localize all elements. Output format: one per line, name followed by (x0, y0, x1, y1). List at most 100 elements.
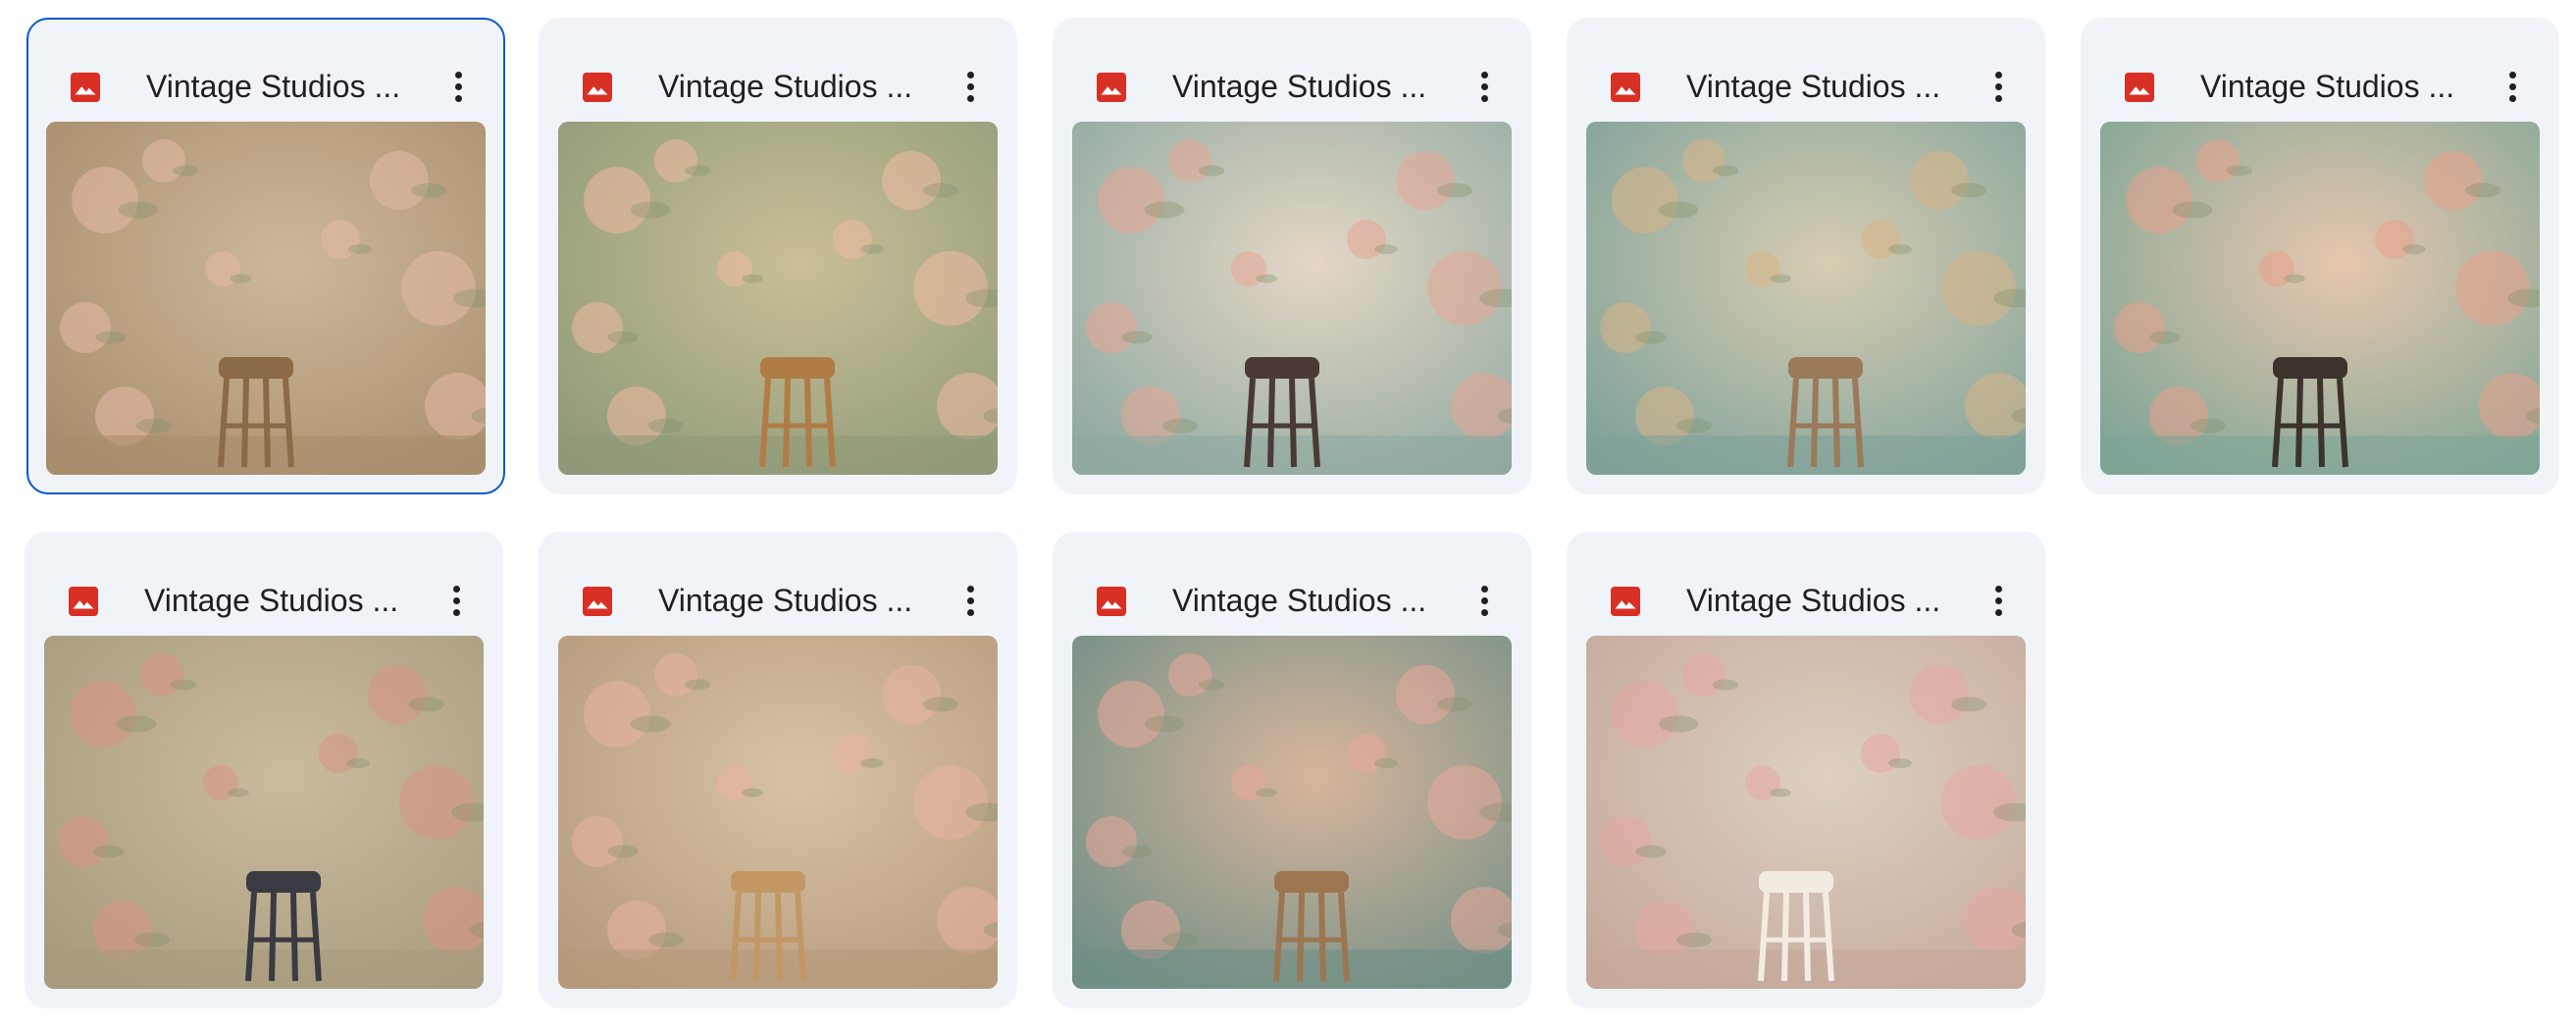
more-vert-icon-dot (2509, 83, 2516, 90)
stool-seat (760, 357, 835, 379)
leaf-motif (1437, 697, 1472, 712)
stool-leg (804, 378, 812, 468)
leaf-motif (1374, 758, 1398, 768)
stool-leg (753, 892, 761, 982)
leaf-motif (630, 715, 671, 733)
floor (1586, 436, 2026, 475)
thumbnail-scene (2100, 122, 2540, 475)
floor (558, 436, 998, 475)
image-thumbnail[interactable] (1072, 122, 1512, 475)
image-file-icon (1097, 73, 1126, 102)
stool-leg (290, 892, 298, 982)
more-options-button[interactable] (1463, 579, 1506, 622)
flower-motif (572, 816, 623, 867)
leaf-motif (2226, 165, 2253, 177)
thumbnail-scene (1072, 122, 1512, 475)
leaf-motif (2190, 418, 2226, 434)
file-title: Vintage Studios ... (1172, 69, 1427, 104)
file-title: Vintage Studios ... (1686, 69, 1941, 104)
more-vert-icon (967, 586, 974, 593)
stool-seat (1274, 871, 1349, 893)
image-thumbnail[interactable] (1586, 122, 2026, 475)
leaf-motif (1198, 165, 1225, 177)
leaf-motif (136, 418, 172, 434)
more-options-button[interactable] (949, 65, 992, 108)
image-thumbnail[interactable] (2100, 122, 2540, 475)
flower-motif (142, 139, 185, 182)
leaf-motif (742, 788, 763, 798)
image-file-icon (1097, 587, 1126, 616)
flower-motif (1427, 251, 1502, 326)
leaf-motif (1888, 758, 1912, 768)
file-card[interactable]: Vintage Studios ... (26, 18, 505, 494)
flower-motif (140, 653, 183, 697)
more-vert-icon (1481, 72, 1488, 78)
flower-motif (1682, 139, 1726, 182)
more-vert-icon (2509, 72, 2516, 78)
floor (1072, 950, 1512, 989)
flower-motif (1427, 765, 1502, 840)
flower-motif (2424, 151, 2483, 210)
leaf-motif (923, 182, 958, 198)
more-options-button[interactable] (437, 65, 480, 108)
file-title: Vintage Studios ... (658, 583, 913, 618)
leaf-motif (1676, 932, 1712, 948)
image-thumbnail[interactable] (558, 636, 998, 989)
leaf-motif (411, 182, 446, 198)
leaf-motif (1121, 331, 1153, 344)
file-card[interactable]: Vintage Studios ... (25, 532, 503, 1008)
file-grid: Vintage Studios ... Vintage Studios ... … (0, 0, 2576, 1032)
thumbnail-scene (1586, 636, 2026, 989)
file-card-header: Vintage Studios ... (1567, 18, 2045, 126)
file-title: Vintage Studios ... (1686, 583, 1941, 618)
flower-motif (60, 302, 111, 353)
more-options-button[interactable] (1977, 65, 2020, 108)
more-options-button[interactable] (435, 579, 478, 622)
file-card-header: Vintage Studios ... (1053, 532, 1531, 640)
leaf-motif (1951, 182, 1986, 198)
leaf-motif (648, 932, 684, 948)
file-card[interactable]: Vintage Studios ... (1053, 532, 1531, 1008)
image-thumbnail[interactable] (1072, 636, 1512, 989)
more-options-button[interactable] (949, 579, 992, 622)
image-thumbnail[interactable] (1586, 636, 2026, 989)
file-card[interactable]: Vintage Studios ... (2081, 18, 2559, 494)
image-file-icon (583, 73, 612, 102)
more-vert-icon (1995, 72, 2002, 78)
flower-motif (2126, 167, 2192, 233)
more-vert-icon (453, 586, 460, 593)
flower-motif (1086, 302, 1137, 353)
file-card[interactable]: Vintage Studios ... (1567, 18, 2045, 494)
leaf-motif (1888, 244, 1912, 254)
file-title: Vintage Studios ... (2200, 69, 2455, 104)
flower-motif (1600, 816, 1651, 867)
file-card[interactable]: Vintage Studios ... (539, 532, 1017, 1008)
leaf-motif (923, 697, 958, 712)
more-options-button[interactable] (1977, 579, 2020, 622)
flower-motif (1396, 665, 1455, 724)
file-card[interactable]: Vintage Studios ... (539, 18, 1017, 494)
thumbnail-scene (558, 636, 998, 989)
file-card-header: Vintage Studios ... (539, 532, 1017, 640)
stool-leg (2295, 378, 2303, 468)
image-thumbnail[interactable] (46, 122, 486, 475)
more-options-button[interactable] (2491, 65, 2534, 108)
leaf-motif (1162, 418, 1198, 434)
leaf-motif (1144, 715, 1185, 733)
file-card[interactable]: Vintage Studios ... (1567, 532, 2045, 1008)
image-thumbnail[interactable] (558, 122, 998, 475)
more-options-button[interactable] (1463, 65, 1506, 108)
flower-motif (399, 765, 474, 840)
leaf-motif (409, 697, 444, 712)
file-card-header: Vintage Studios ... (2081, 18, 2559, 126)
leaf-motif (1658, 201, 1699, 219)
more-vert-icon-dot (967, 597, 974, 604)
file-card[interactable]: Vintage Studios ... (1053, 18, 1531, 494)
stool-leg (1781, 892, 1789, 982)
leaf-motif (1676, 418, 1712, 434)
leaf-motif (1712, 679, 1739, 691)
more-vert-icon-dot (455, 95, 462, 102)
image-thumbnail[interactable] (44, 636, 484, 989)
leaf-motif (170, 679, 197, 691)
flower-motif (1098, 681, 1164, 748)
